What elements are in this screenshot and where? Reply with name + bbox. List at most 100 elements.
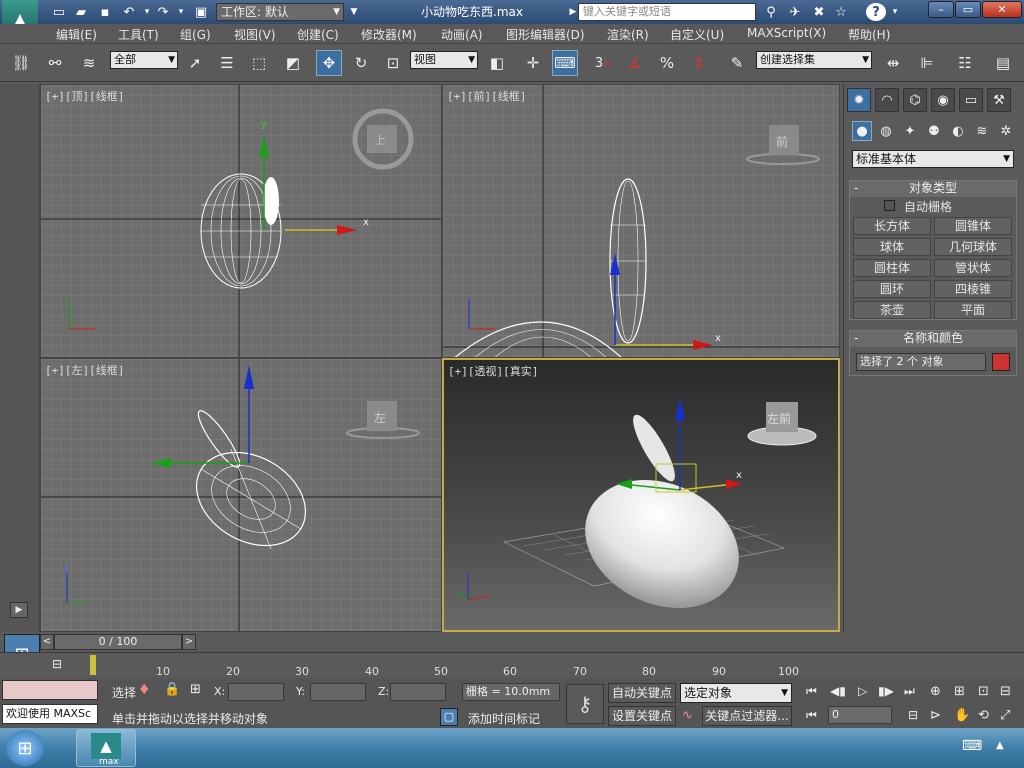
- favorites-star-icon[interactable]: ☆: [832, 3, 850, 21]
- next-frame-button[interactable]: >: [182, 634, 196, 650]
- modify-tab-icon[interactable]: ◠: [875, 88, 899, 112]
- pyramid-button[interactable]: 四棱锥: [934, 280, 1012, 298]
- x-coord-input[interactable]: [228, 683, 284, 701]
- selection-filter-dropdown[interactable]: 全部 ▼: [110, 51, 178, 69]
- menu-graph-editors[interactable]: 图形编辑器(D): [506, 26, 585, 43]
- set-key-button[interactable]: 设置关键点: [608, 706, 676, 726]
- bind-space-warp-icon[interactable]: ≋: [76, 50, 102, 76]
- y-coord-input[interactable]: [310, 683, 366, 701]
- add-time-tag-label[interactable]: 添加时间标记: [468, 710, 540, 727]
- isolate-bulb-icon[interactable]: ♦: [138, 682, 151, 698]
- workspace-dropdown[interactable]: 工作区: 默认 ▼: [216, 3, 344, 21]
- menu-views[interactable]: 视图(V): [234, 26, 276, 43]
- select-manipulate-icon[interactable]: ✛: [520, 50, 546, 76]
- save-file-icon[interactable]: ▪: [96, 3, 114, 21]
- current-frame-input[interactable]: 0: [828, 706, 892, 724]
- mirror-icon[interactable]: ⇹: [880, 50, 906, 76]
- play-expand-icon[interactable]: ▶: [10, 602, 28, 618]
- geosphere-button[interactable]: 几何球体: [934, 238, 1012, 256]
- shapes-icon[interactable]: ◍: [876, 121, 896, 141]
- select-by-name-icon[interactable]: ☰: [214, 50, 240, 76]
- space-warps-icon[interactable]: ≋: [972, 121, 992, 141]
- unlink-icon[interactable]: ⚯: [42, 50, 68, 76]
- hierarchy-tab-icon[interactable]: ⌬: [903, 88, 927, 112]
- select-scale-icon[interactable]: ⊡: [380, 50, 406, 76]
- cone-button[interactable]: 圆锥体: [934, 217, 1012, 235]
- viewport-top[interactable]: 上 x y [+][顶][线框]: [40, 84, 442, 358]
- viewport-front[interactable]: 前 x [+][前][线框]: [442, 84, 840, 358]
- snaps-toggle-icon[interactable]: 3 ∩: [590, 50, 616, 76]
- zoom-icon[interactable]: ⊕: [930, 684, 941, 699]
- graphite-tools-icon[interactable]: ▤: [990, 50, 1016, 76]
- primitive-category-dropdown[interactable]: 标准基本体 ▼: [852, 150, 1014, 168]
- orbit-icon[interactable]: ⟲: [978, 708, 989, 723]
- go-to-end-icon[interactable]: ⏭: [904, 684, 915, 699]
- curve-editor-icon[interactable]: ⊟: [52, 657, 72, 673]
- window-crossing-icon[interactable]: ◩: [280, 50, 306, 76]
- taskbar-3dsmax-button[interactable]: ▲ max: [76, 729, 136, 767]
- tube-button[interactable]: 管状体: [934, 259, 1012, 277]
- autogrid-checkbox[interactable]: [884, 200, 895, 211]
- select-move-icon[interactable]: ✥: [316, 50, 342, 76]
- binoculars-icon[interactable]: ⚲: [762, 3, 780, 21]
- layer-manager-icon[interactable]: ☷: [952, 50, 978, 76]
- new-file-icon[interactable]: ▭: [50, 3, 68, 21]
- menu-group[interactable]: 组(G): [180, 26, 211, 43]
- play-icon[interactable]: ▷: [858, 684, 867, 698]
- cameras-icon[interactable]: ⚉: [924, 121, 944, 141]
- viewport-label[interactable]: [+][顶][线框]: [45, 88, 124, 104]
- align-icon[interactable]: ⊫: [914, 50, 940, 76]
- edit-named-selection-icon[interactable]: ✎: [724, 50, 750, 76]
- object-name-field[interactable]: 选择了 2 个 对象: [856, 353, 986, 371]
- percent-snap-icon[interactable]: %: [654, 50, 680, 76]
- workspace-menu-icon[interactable]: ▼: [345, 3, 363, 21]
- object-color-swatch[interactable]: [992, 353, 1010, 371]
- view-cube-label[interactable]: 左: [374, 409, 386, 426]
- time-config-icon[interactable]: ⊟: [908, 708, 918, 722]
- lights-icon[interactable]: ✦: [900, 121, 920, 141]
- absolute-mode-icon[interactable]: ⊞: [190, 682, 201, 697]
- maxscript-listener-pink[interactable]: [2, 680, 98, 700]
- tray-arrow-icon[interactable]: ▲: [996, 740, 1004, 751]
- key-mode-toggle-icon[interactable]: ⏮: [806, 708, 817, 723]
- key-mode-dropdown[interactable]: 选定对象 ▼: [680, 683, 792, 703]
- next-key-icon[interactable]: ▮▶: [878, 684, 894, 698]
- communication-icon[interactable]: ✖: [810, 3, 828, 21]
- rollout-header[interactable]: - 对象类型: [850, 181, 1016, 197]
- menu-create[interactable]: 创建(C): [297, 26, 339, 43]
- viewport-label[interactable]: [+][前][线框]: [447, 88, 526, 104]
- menu-animation[interactable]: 动画(A): [441, 26, 483, 43]
- angle-snap-icon[interactable]: ∡: [622, 50, 648, 76]
- sphere-button[interactable]: 球体: [853, 238, 931, 256]
- close-button[interactable]: ✕: [982, 1, 1022, 18]
- search-input[interactable]: 键入关键字或短语: [578, 3, 756, 21]
- create-tab-icon[interactable]: ✹: [847, 88, 871, 112]
- torus-button[interactable]: 圆环: [853, 280, 931, 298]
- track-bar[interactable]: ⊟ 10 20 30 40 50 60 70 80 90 100: [0, 652, 1024, 678]
- undo-icon[interactable]: ↶: [120, 3, 138, 21]
- menu-help[interactable]: 帮助(H): [848, 26, 890, 43]
- subscription-icon[interactable]: ✈: [786, 3, 804, 21]
- maximize-button[interactable]: ▭: [955, 1, 981, 18]
- zoom-all-icon[interactable]: ⊞: [954, 684, 965, 699]
- menu-customize[interactable]: 自定义(U): [670, 26, 724, 43]
- select-link-icon[interactable]: ⛓: [8, 50, 34, 76]
- geometry-icon[interactable]: ●: [852, 121, 872, 141]
- time-slider[interactable]: < 0 / 100 >: [40, 634, 840, 650]
- help-icon[interactable]: ?: [866, 3, 886, 21]
- menu-modifiers[interactable]: 修改器(M): [361, 26, 417, 43]
- redo-dropdown-icon[interactable]: ▾: [172, 3, 190, 21]
- viewport-perspective[interactable]: 左前 x [+][透视][真实]: [442, 358, 840, 632]
- pan-icon[interactable]: ✋: [954, 708, 970, 723]
- teapot-button[interactable]: 茶壶: [853, 301, 931, 319]
- menu-maxscript[interactable]: MAXScript(X): [747, 26, 826, 40]
- prev-key-icon[interactable]: ◀▮: [830, 684, 846, 698]
- menu-rendering[interactable]: 渲染(R): [607, 26, 649, 43]
- viewport-label[interactable]: [+][透视][真实]: [448, 363, 538, 379]
- spinner-snap-icon[interactable]: ⇕: [686, 50, 712, 76]
- open-file-icon[interactable]: ▰: [72, 3, 90, 21]
- pivot-center-icon[interactable]: ◧: [484, 50, 510, 76]
- key-filters-button[interactable]: 关键点过滤器...: [702, 706, 792, 726]
- z-coord-input[interactable]: [390, 683, 446, 701]
- display-tab-icon[interactable]: ▭: [959, 88, 983, 112]
